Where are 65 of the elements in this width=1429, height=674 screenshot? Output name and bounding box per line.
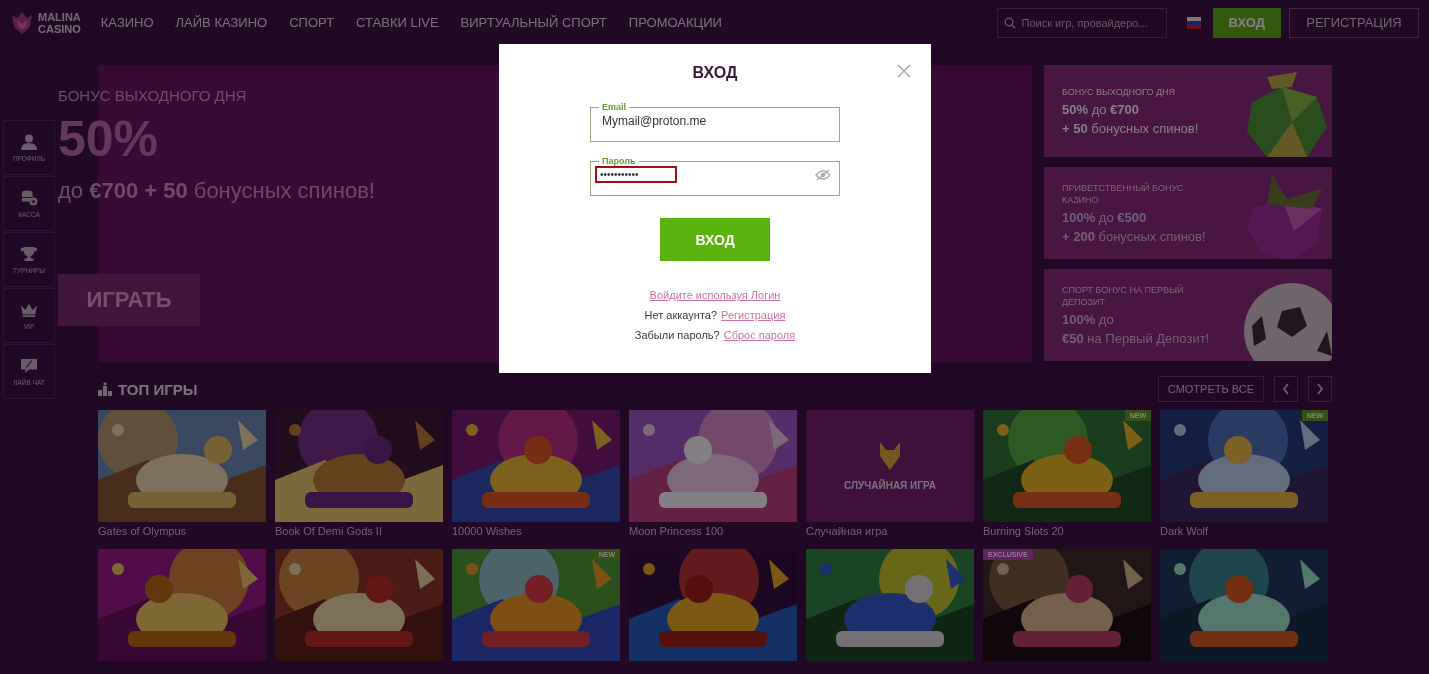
field-label: Email [602, 102, 626, 112]
promo-text: 100% до €500 [1062, 210, 1148, 225]
chevron-right-icon [1316, 383, 1324, 395]
login-link[interactable]: Войдите используя Логин [649, 289, 781, 301]
reset-prompt: Забыли пароль? [634, 329, 720, 341]
game-title[interactable]: Dark Wolf [1160, 525, 1328, 537]
promo-text: 50% до €700 [1062, 102, 1140, 117]
promo-text: 100% до [1062, 312, 1115, 327]
logo-text: MALINA [38, 10, 81, 23]
nav-link[interactable]: СТАВКИ LIVE [356, 15, 439, 30]
nav-link[interactable]: ЛАЙВ КАЗИНО [175, 15, 268, 30]
promo-text: + 200 бонусных спинов! [1062, 229, 1207, 244]
podium-icon [98, 382, 112, 396]
promo-text: €50 на Первый Депозит! [1062, 331, 1211, 346]
password-field[interactable]: Пароль ••••••••••• [590, 156, 840, 196]
promo-card[interactable]: ПРИВЕТСТВЕННЫЙ БОНУС КАЗИНО 100% до €500 + 200 бонусных спинов! [1044, 167, 1332, 259]
chat-icon [20, 357, 38, 374]
game-title[interactable]: 10000 Wishes [452, 525, 620, 537]
reset-link[interactable]: Сброс пароля [723, 329, 796, 341]
logo-text: CASINO [38, 22, 81, 35]
promo-card[interactable]: БОНУС ВЫХОДНОГО ДНЯ 50% до €700 + 50 бонусных спинов! [1044, 65, 1332, 157]
nav-link[interactable]: СПОРТ [289, 15, 335, 30]
password-input[interactable]: ••••••••••• [597, 168, 675, 181]
promo-kicker: ПРИВЕТСТВЕННЫЙ БОНУС КАЗИНО [1062, 182, 1185, 206]
coins-icon [20, 189, 38, 206]
game-title[interactable]: Book Of Demi Gods II [275, 525, 443, 537]
next-button[interactable] [1308, 376, 1332, 402]
login-button[interactable]: ВХОД [1212, 7, 1281, 38]
register-button[interactable]: РЕГИСТРАЦИЯ [1289, 7, 1419, 38]
promo-text: + 50 бонусных спинов! [1062, 121, 1200, 136]
nav-link[interactable]: ВИРТУАЛЬНЫЙ СПОРТ [460, 15, 607, 30]
close-button[interactable] [897, 64, 911, 78]
search-field[interactable]: Поиск игр, провайдеро... [996, 7, 1167, 38]
game-title[interactable]: Burning Slots 20 [983, 525, 1151, 537]
game-title[interactable]: Случайная игра [806, 525, 974, 537]
fox-icon [878, 441, 902, 470]
email-field[interactable]: Email Mymail@proton.me [590, 102, 840, 142]
play-button[interactable]: ИГРАТЬ [58, 274, 200, 326]
view-all-button[interactable]: СМОТРЕТЬ ВСЕ [1157, 376, 1264, 402]
game-title[interactable]: Gates of Olympus [98, 525, 266, 537]
nav-link[interactable]: ПРОМОАКЦИИ [628, 15, 722, 30]
section-title: ТОП ИГРЫ [118, 380, 198, 398]
hero-subline: до €700 + 50 бонусных спинов! [58, 178, 375, 204]
dialog-title: ВХОД [692, 64, 738, 82]
flag-icon[interactable] [1186, 15, 1201, 30]
promo-kicker: БОНУС ВЫХОДНОГО ДНЯ [1062, 86, 1177, 98]
field-label: Пароль [602, 156, 636, 166]
nav-link[interactable]: КАЗИНО [100, 15, 154, 30]
hidden-eye-icon[interactable] [815, 168, 831, 181]
hero-kicker: БОНУС ВЫХОДНОГО ДНЯ [58, 87, 247, 104]
signup-prompt: Нет аккаунта? [644, 309, 718, 321]
submit-button[interactable]: ВХОД [660, 218, 770, 261]
logo-icon[interactable] [10, 10, 34, 35]
previous-button[interactable] [1274, 376, 1298, 402]
email-input[interactable]: Mymail@proton.me [599, 112, 831, 130]
chevron-left-icon [1282, 383, 1290, 395]
person-icon [20, 133, 38, 150]
random-game-tile[interactable]: СЛУЧАЙНАЯ ИГРА [806, 410, 974, 522]
promo-kicker: СПОРТ БОНУС НА ПЕРВЫЙ ДЕПОЗИТ [1062, 284, 1185, 308]
trophy-icon [20, 245, 38, 262]
hero-headline: 50% [58, 110, 159, 168]
search-icon [1003, 16, 1016, 29]
promo-card[interactable]: СПОРТ БОНУС НА ПЕРВЫЙ ДЕПОЗИТ 100% до €50 на Первый Депозит! [1044, 269, 1332, 361]
register-link[interactable]: Регистрация [721, 309, 786, 321]
game-title[interactable]: Moon Princess 100 [629, 525, 797, 537]
